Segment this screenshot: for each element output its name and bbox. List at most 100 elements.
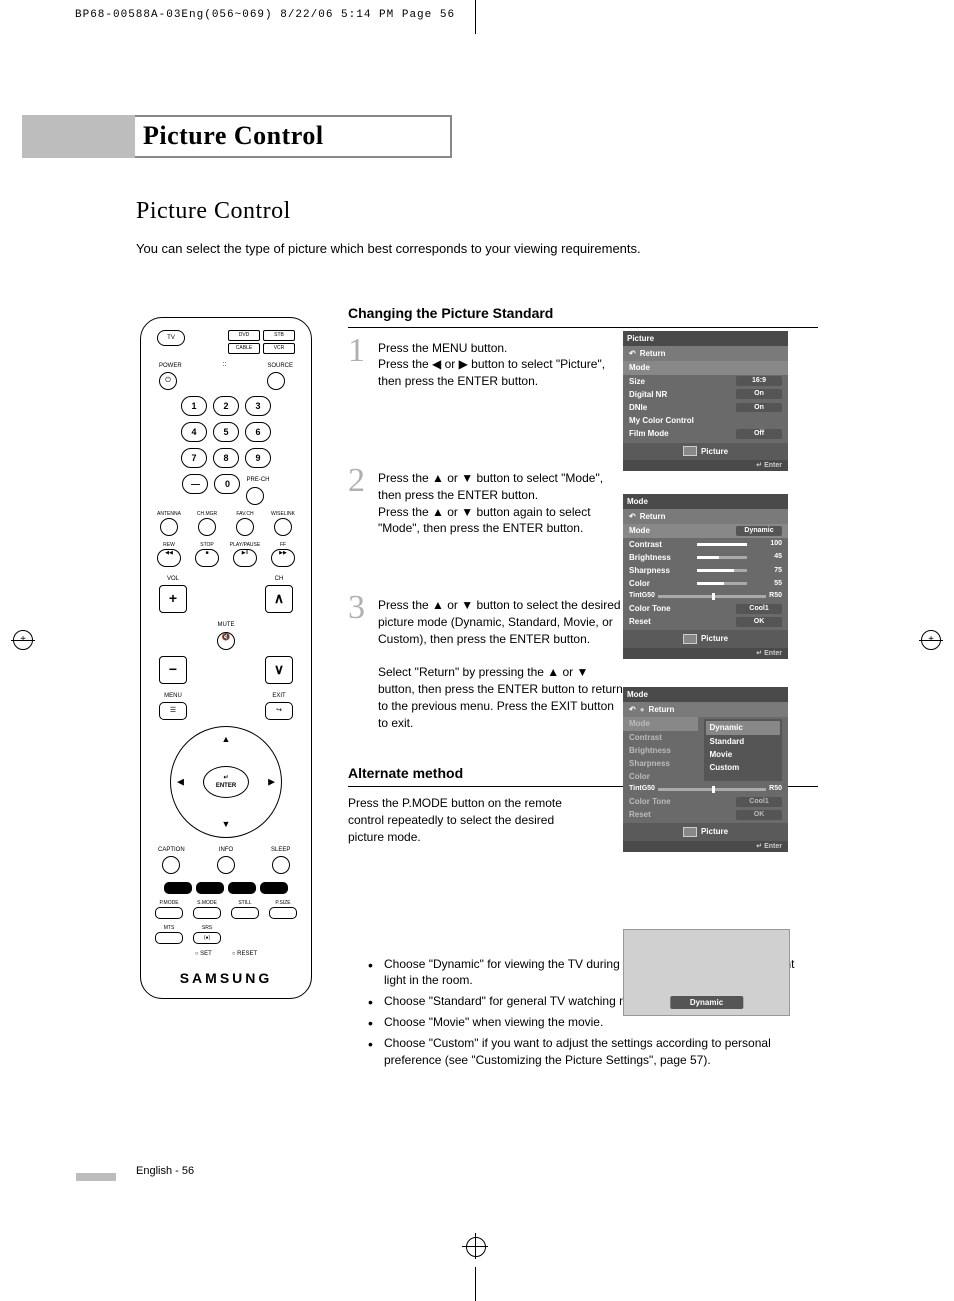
remote-label: CH	[265, 575, 293, 583]
remote-tv-button: TV	[157, 330, 185, 346]
up-arrow-icon: ▲	[222, 733, 231, 746]
remote-label: SET	[200, 951, 212, 957]
osd-row: Digital NROn	[623, 388, 788, 401]
picture-icon	[683, 634, 697, 644]
source-button	[267, 372, 285, 390]
osd-row: Color55	[623, 577, 788, 590]
list-item: Choose "Movie" when viewing the movie.	[368, 1014, 818, 1031]
screen-mode-tag: Dynamic	[670, 996, 743, 1009]
vol-down: −	[159, 656, 187, 684]
remote-num-9: 9	[245, 448, 271, 468]
remote-label: VCR	[263, 343, 295, 354]
intro-text: You can select the type of picture which…	[136, 240, 641, 258]
osd-hint: ↵ Enter	[623, 648, 788, 660]
srs-button: (●)	[193, 932, 221, 944]
registration-mark	[462, 1233, 488, 1259]
osd-row: Mode	[623, 361, 788, 374]
antenna-button	[160, 518, 178, 536]
osd-row: Color ToneCool1	[623, 602, 788, 615]
power-icon: ⏻	[159, 372, 177, 390]
vol-up: +	[159, 585, 187, 613]
osd-option-list: DynamicStandardMovieCustom	[704, 719, 783, 781]
step-text: Press the ▲ or ▼ button to select the de…	[378, 593, 623, 731]
osd-row: ResetOK	[623, 615, 788, 628]
tv-screen-preview: Dynamic	[623, 929, 790, 1016]
osd-row: My Color Control	[623, 414, 788, 427]
mts-button	[155, 932, 183, 944]
crop-line	[475, 1267, 476, 1301]
mute-button: 🔇	[217, 632, 235, 650]
osd-row: Color	[623, 770, 698, 783]
list-item: Choose "Custom" if you want to adjust th…	[368, 1035, 818, 1069]
exit-button: ↪	[265, 702, 293, 720]
remote-label: STB	[263, 330, 295, 341]
osd-row: Mode	[623, 717, 698, 730]
osd-option: Movie	[706, 748, 781, 761]
osd-row: Size16:9	[623, 375, 788, 388]
osd-return: Return	[623, 346, 788, 361]
crop-line	[475, 0, 476, 34]
color-button	[228, 882, 256, 894]
page-number: English - 56	[136, 1164, 194, 1179]
osd-row: Brightness	[623, 744, 698, 757]
ch-down: ∨	[265, 656, 293, 684]
section-heading: Changing the Picture Standard	[348, 304, 818, 328]
osd-row: Brightness45	[623, 551, 788, 564]
remote-label: CABLE	[228, 343, 260, 354]
favch-button	[236, 518, 254, 536]
step-text: Press the MENU button. Press the ◀ or ▶ …	[378, 336, 608, 390]
osd-row: Sharpness75	[623, 564, 788, 577]
osd-option: Custom	[706, 761, 781, 774]
remote-label: PRE-CH	[246, 476, 269, 484]
osd-picture-menu: Picture Return ModeSize16:9Digital NROnD…	[623, 331, 788, 471]
title-grey-block	[22, 115, 135, 158]
remote-label: S.MODE	[189, 900, 225, 907]
step-number: 1	[348, 336, 368, 390]
osd-row: Contrast100	[623, 538, 788, 551]
crop-mark-text: BP68-00588A-03Eng(056~069) 8/22/06 5:14 …	[75, 8, 455, 23]
alt-text: Press the P.MODE button on the remote co…	[348, 795, 588, 845]
chmgr-button	[198, 518, 216, 536]
ch-up: ∧	[265, 585, 293, 613]
step-number: 3	[348, 593, 368, 731]
remote-label: MENU	[159, 692, 187, 700]
remote-label: STILL	[227, 900, 263, 907]
step-number: 2	[348, 466, 368, 537]
rew-button: ◀◀	[157, 549, 181, 567]
remote-num-0: 0	[214, 474, 240, 494]
remote-label: ANTENNA	[151, 511, 187, 518]
remote-label: CH.MGR	[189, 511, 225, 518]
remote-label: FAV.CH	[227, 511, 263, 518]
remote-brand: SAMSUNG	[151, 969, 301, 989]
remote-num-6: 6	[245, 422, 271, 442]
remote-dash: —	[182, 474, 208, 494]
osd-hint: ↵ Enter	[623, 460, 788, 472]
remote-label: POWER	[159, 362, 182, 370]
remote-dpad: ▲ ▼ ◀ ▶ ↵ENTER	[170, 726, 282, 838]
remote-label: INFO	[206, 846, 247, 854]
osd-row: Film ModeOff	[623, 427, 788, 440]
remote-label: MUTE	[217, 621, 235, 629]
down-arrow-icon: ▼	[222, 818, 231, 831]
stop-button: ■	[195, 549, 219, 567]
info-button	[217, 856, 235, 874]
remote-label: FF	[265, 542, 301, 549]
play-pause-button: ▶II	[233, 549, 257, 567]
ff-button: ▶▶	[271, 549, 295, 567]
chapter-title: Picture Control	[143, 118, 324, 154]
osd-footer: Picture	[623, 443, 788, 460]
remote-label: VOL	[159, 575, 187, 583]
pmode-button	[155, 907, 183, 919]
menu-button: ☰	[159, 702, 187, 720]
color-button	[260, 882, 288, 894]
right-arrow-icon: ▶	[268, 776, 275, 789]
osd-footer: Picture	[623, 823, 788, 840]
osd-option: Dynamic	[706, 721, 781, 734]
osd-return: ● Return	[623, 702, 788, 717]
still-button	[231, 907, 259, 919]
osd-footer: Picture	[623, 630, 788, 647]
remote-label: PLAY/PAUSE	[227, 542, 263, 549]
remote-label: MTS	[151, 925, 187, 932]
remote-num-5: 5	[213, 422, 239, 442]
remote-label: SRS	[189, 925, 225, 932]
